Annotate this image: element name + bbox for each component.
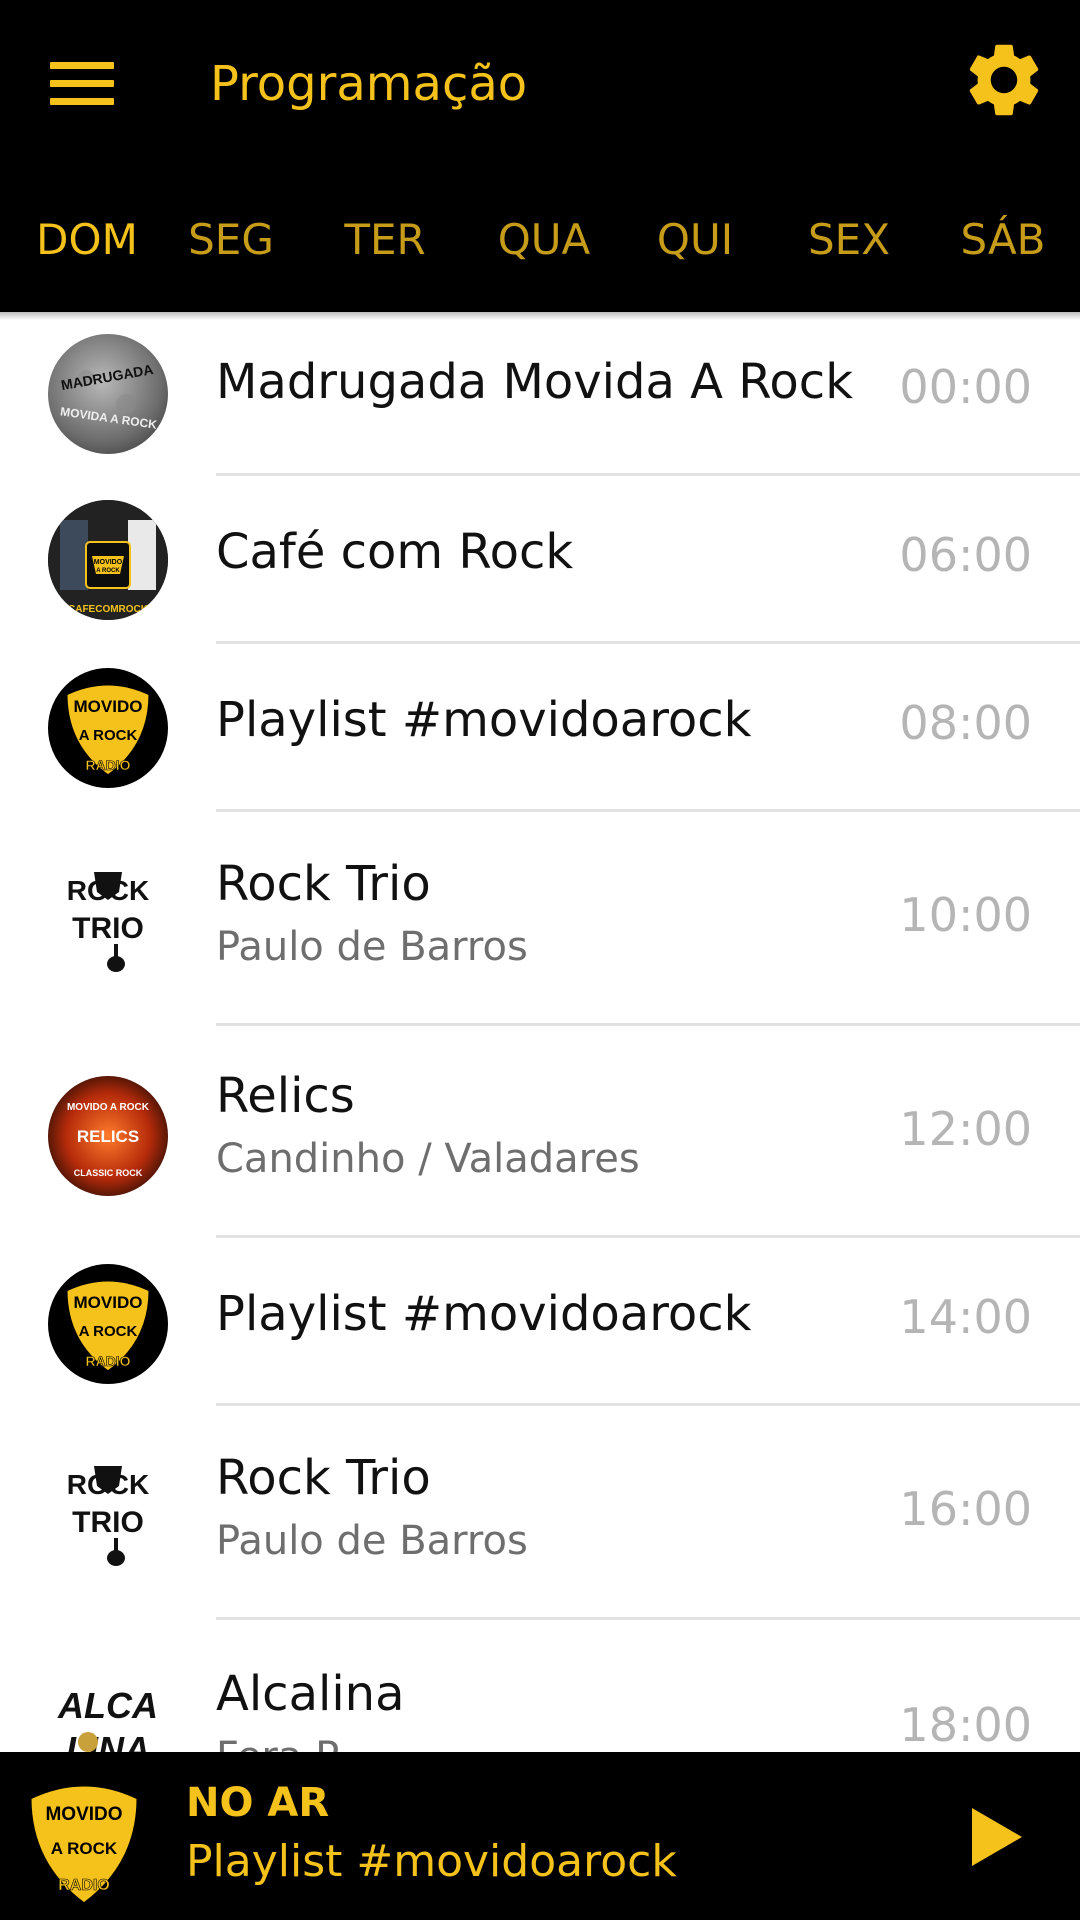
hamburger-menu-icon[interactable] <box>48 60 116 108</box>
program-logo-alcalina: ALCA LINA <box>48 1670 168 1752</box>
svg-text:MOVIDA A ROCK: MOVIDA A ROCK <box>59 404 158 431</box>
svg-text:A ROCK: A ROCK <box>79 1323 138 1340</box>
svg-text:A ROCK: A ROCK <box>79 727 138 744</box>
svg-text:MOVIDO: MOVIDO <box>74 1293 143 1312</box>
program-time: 12:00 <box>899 1102 1032 1156</box>
svg-text:A ROCK: A ROCK <box>96 568 120 574</box>
program-logo-playlist: MOVIDO A ROCK RADIO <box>48 1264 168 1384</box>
now-playing-title: Playlist #movidoarock <box>186 1836 677 1887</box>
tab-qui[interactable]: QUI <box>630 200 760 312</box>
svg-text:CLASSIC ROCK: CLASSIC ROCK <box>74 1168 143 1178</box>
program-logo-cafe: MOVIDO A ROCK CAFECOMROCK <box>48 500 168 620</box>
program-name: Playlist #movidoarock <box>216 1286 752 1342</box>
now-playing-bar[interactable]: MOVIDO A ROCK RADIO NO AR Playlist #movi… <box>0 1752 1080 1920</box>
schedule-item[interactable]: MOVIDO A ROCK RADIO Playlist #movidoaroc… <box>0 1238 1080 1406</box>
program-logo-madrugada: MADRUGADA MOVIDA A ROCK <box>48 334 168 454</box>
program-time: 16:00 <box>899 1482 1032 1536</box>
program-time: 06:00 <box>899 528 1032 582</box>
program-logo-relics: MOVIDO A ROCK RELICS CLASSIC ROCK <box>48 1076 168 1196</box>
svg-text:RADIO: RADIO <box>58 1877 110 1894</box>
program-host: Paulo de Barros <box>216 1518 528 1564</box>
header-shadow <box>0 312 1080 320</box>
station-logo: MOVIDO A ROCK RADIO <box>24 1776 144 1906</box>
schedule-item[interactable]: MOVIDO A ROCK RADIO Playlist #movidoaroc… <box>0 644 1080 812</box>
program-host: Candinho / Valadares <box>216 1136 640 1182</box>
svg-text:RELICS: RELICS <box>77 1127 139 1146</box>
program-host: Fera P... <box>216 1734 371 1752</box>
gear-icon[interactable] <box>960 36 1048 124</box>
svg-text:CAFECOMROCK: CAFECOMROCK <box>68 604 149 615</box>
day-tabs: DOM SEG TER QUA QUI SEX SÁB <box>0 200 1080 312</box>
tab-ter[interactable]: TER <box>320 200 450 312</box>
svg-text:RADIO: RADIO <box>85 1353 130 1369</box>
program-name: Playlist #movidoarock <box>216 692 752 748</box>
schedule-item[interactable]: MADRUGADA MOVIDA A ROCK Madrugada Movida… <box>0 312 1080 476</box>
tab-sex[interactable]: SEX <box>784 200 914 312</box>
tab-dom[interactable]: DOM <box>20 200 154 312</box>
program-time: 08:00 <box>899 696 1032 750</box>
program-time: 18:00 <box>899 1698 1032 1752</box>
on-air-label: NO AR <box>186 1780 330 1826</box>
svg-text:MOVIDO: MOVIDO <box>45 1804 122 1825</box>
tab-qua[interactable]: QUA <box>470 200 618 312</box>
program-logo-rock-trio: ROCK TRIO <box>48 1452 168 1572</box>
schedule-item[interactable]: MOVIDO A ROCK CAFECOMROCK Café com Rock … <box>0 476 1080 644</box>
program-name: Relics <box>216 1068 355 1124</box>
schedule-item[interactable]: ALCA LINA Alcalina Fera P... 18:00 <box>0 1620 1080 1752</box>
svg-text:MOVIDO: MOVIDO <box>74 697 143 716</box>
program-time: 14:00 <box>899 1290 1032 1344</box>
tab-sab[interactable]: SÁB <box>936 200 1070 312</box>
schedule-list[interactable]: MADRUGADA MOVIDA A ROCK Madrugada Movida… <box>0 312 1080 1752</box>
svg-text:ALCA: ALCA <box>57 1685 158 1726</box>
schedule-item[interactable]: MOVIDO A ROCK RELICS CLASSIC ROCK Relics… <box>0 1026 1080 1238</box>
schedule-item[interactable]: ROCK TRIO Rock Trio Paulo de Barros 16:0… <box>0 1406 1080 1620</box>
program-logo-rock-trio: ROCK TRIO <box>48 858 168 978</box>
svg-text:RADIO: RADIO <box>85 757 130 773</box>
svg-text:MADRUGADA: MADRUGADA <box>60 361 155 393</box>
program-name: Madrugada Movida A Rock <box>216 354 853 410</box>
app-header: Programação DOM SEG TER QUA QUI SEX SÁB <box>0 0 1080 312</box>
program-time: 10:00 <box>899 888 1032 942</box>
svg-text:A ROCK: A ROCK <box>51 1839 118 1858</box>
page-title: Programação <box>210 56 528 112</box>
svg-text:MOVIDO A ROCK: MOVIDO A ROCK <box>67 1102 150 1113</box>
program-name: Rock Trio <box>216 856 431 912</box>
program-name: Alcalina <box>216 1666 405 1722</box>
play-icon[interactable] <box>964 1802 1028 1872</box>
svg-text:TRIO: TRIO <box>72 1506 144 1539</box>
program-time: 00:00 <box>899 360 1032 414</box>
program-name: Café com Rock <box>216 524 574 580</box>
tab-seg[interactable]: SEG <box>168 200 294 312</box>
program-name: Rock Trio <box>216 1450 431 1506</box>
svg-text:TRIO: TRIO <box>72 912 144 945</box>
schedule-item[interactable]: ROCK TRIO Rock Trio Paulo de Barros 10:0… <box>0 812 1080 1026</box>
program-host: Paulo de Barros <box>216 924 528 970</box>
program-logo-playlist: MOVIDO A ROCK RADIO <box>48 668 168 788</box>
svg-text:MOVIDO: MOVIDO <box>94 559 123 566</box>
